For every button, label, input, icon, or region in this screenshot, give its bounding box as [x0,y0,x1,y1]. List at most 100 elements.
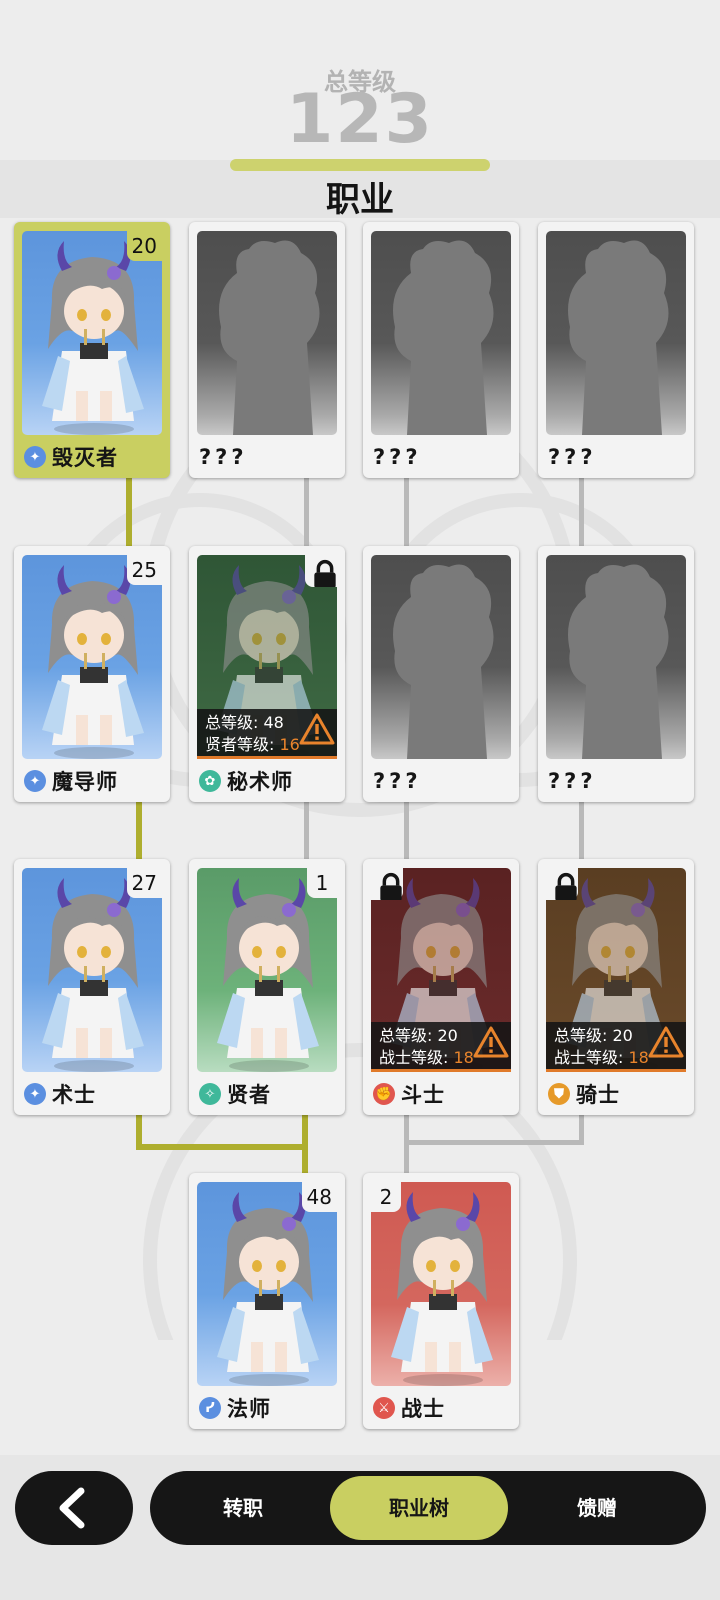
unlock-requirements: 总等级: 20 战士等级: 18 [371,1022,511,1072]
silhouette-icon [197,231,337,435]
class-name: ??? [373,445,422,469]
path-line [404,474,409,548]
tab-class-tree[interactable]: 职业树 [330,1476,508,1540]
class-card-unknown[interactable]: ??? [363,222,519,478]
req-total-value: 20 [612,1026,633,1045]
character-portrait [197,868,337,1072]
req-total-label: 总等级: [379,1026,433,1045]
path-line [136,1144,308,1150]
req-total-value: 48 [263,713,284,732]
path-line [404,799,409,861]
class-card-warlock[interactable]: 27 ✦ 术士 [14,859,170,1115]
class-card-unknown[interactable]: ??? [538,546,694,802]
class-name: 毁灭者 [52,446,118,470]
class-name-row: ⛊ 骑士 [548,1081,620,1107]
total-level-bar [230,159,490,171]
level-badge: 27 [126,868,162,898]
path-line [136,799,142,861]
class-card-knight[interactable]: 总等级: 20 战士等级: 18 ⛊ 骑士 [538,859,694,1115]
sword-class-icon: ⚔ [373,1397,395,1419]
class-name-row: ✦ 毁灭者 [24,444,118,470]
mage-class-icon: ᓯ [199,1397,221,1419]
character-art [371,1182,511,1386]
req-class-value: 18 [453,1048,474,1067]
class-name-row: ✿ 秘术师 [199,768,293,794]
class-card-mage[interactable]: 48 ᓯ 法师 [189,1173,345,1429]
character-art [371,231,511,435]
tab-transfer[interactable]: 转职 [154,1476,332,1540]
mage-class-icon: ✦ [24,1083,46,1105]
class-card-unknown[interactable]: ??? [189,222,345,478]
class-name: ??? [199,445,248,469]
back-button[interactable] [15,1471,133,1545]
class-card-destroyer[interactable]: 20 ✦ 毁灭者 [14,222,170,478]
req-class-value: 16 [279,735,300,754]
character-art [22,868,162,1072]
class-name: ??? [548,769,597,793]
character-art [197,1182,337,1386]
tab-bar: 转职 职业树 馈赠 [150,1471,706,1545]
character-art [22,555,162,759]
class-card-fighter[interactable]: 总等级: 20 战士等级: 18 ✊ 斗士 [363,859,519,1115]
character-art [546,555,686,759]
character-portrait [371,1182,511,1386]
class-card-sage[interactable]: 1 ✧ 贤者 [189,859,345,1115]
character-art [197,231,337,435]
class-card-warrior[interactable]: 2 ⚔ 战士 [363,1173,519,1429]
class-name-row: ✊ 斗士 [373,1081,445,1107]
class-name-row: ??? [548,444,597,470]
character-portrait [22,555,162,759]
shield-class-icon: ⛊ [548,1083,570,1105]
req-class-value: 18 [628,1048,649,1067]
level-badge: 48 [301,1182,337,1212]
path-line [126,474,132,548]
class-card-unknown[interactable]: ??? [538,222,694,478]
class-card-archmage[interactable]: 25 ✦ 魔导师 [14,546,170,802]
class-name-row: ??? [373,768,422,794]
fighter-class-icon: ✊ [373,1083,395,1105]
mage-class-icon: ✦ [24,446,46,468]
class-name: 斗士 [401,1083,445,1107]
class-name-row: ✧ 贤者 [199,1081,271,1107]
class-card-arcanist[interactable]: 总等级: 48 贤者等级: 16 ✿ 秘术师 [189,546,345,802]
class-name-row: ??? [548,768,597,794]
class-name-row: ✦ 术士 [24,1081,96,1107]
path-line [404,1140,584,1145]
total-level-value: 123 [286,80,434,159]
warning-icon [648,1026,684,1058]
tab-gifts[interactable]: 馈赠 [508,1476,686,1540]
level-badge: 20 [126,231,162,261]
req-total-label: 总等级: [554,1026,608,1045]
warning-icon [473,1026,509,1058]
character-art [546,231,686,435]
silhouette-icon [546,231,686,435]
level-badge: 1 [307,868,337,898]
class-name: 魔导师 [52,770,118,794]
req-class-label: 战士等级: [554,1048,624,1067]
class-name: 法师 [227,1397,271,1421]
class-name-row: ᓯ 法师 [199,1395,271,1421]
req-class-label: 战士等级: [379,1048,449,1067]
warning-icon [299,713,335,745]
mage-class-icon: ✦ [24,770,46,792]
silhouette-icon [371,555,511,759]
path-line [579,474,584,548]
character-art [197,868,337,1072]
character-portrait [22,868,162,1072]
character-portrait [197,1182,337,1386]
silhouette-icon [546,555,686,759]
path-line [579,1112,584,1145]
class-name: 秘术师 [227,770,293,794]
silhouette-icon [371,231,511,435]
class-name: ??? [373,769,422,793]
unlock-requirements: 总等级: 48 贤者等级: 16 [197,709,337,759]
class-name: 骑士 [576,1083,620,1107]
class-name-row: ✦ 魔导师 [24,768,118,794]
character-art [22,231,162,435]
class-card-unknown[interactable]: ??? [363,546,519,802]
chevron-left-icon [59,1487,85,1529]
class-name: 贤者 [227,1083,271,1107]
character-portrait [22,231,162,435]
class-name-row: ??? [373,444,422,470]
sage-class-icon: ✧ [199,1083,221,1105]
